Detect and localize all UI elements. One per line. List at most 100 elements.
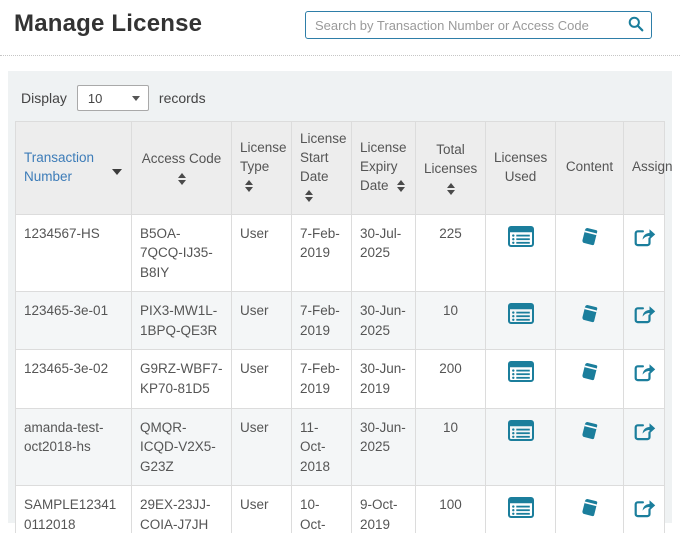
search-icon [628,16,644,35]
content-button[interactable] [578,303,601,331]
license-expiry-date-cell: 9-Oct-2019 [352,486,416,533]
license-table: Transaction Number Access Code License T… [15,121,665,533]
license-type-cell: User [232,408,292,486]
license-start-date-cell: 7-Feb-2019 [292,214,352,292]
sort-both-icon [178,173,186,185]
table-row: 123465-3e-01 PIX3-MW1L-1BPQ-QE3R User 7-… [16,292,665,350]
licenses-used-icon [508,370,534,385]
licenses-used-cell [486,408,556,486]
license-expiry-date-cell: 30-Jun-2025 [352,408,416,486]
table-row: 1234567-HS B5OA-7QCQ-IJ35-B8IY User 7-Fe… [16,214,665,292]
license-type-cell: User [232,350,292,408]
sort-desc-icon [112,169,122,175]
access-code-cell: G9RZ-WBF7-KP70-81D5 [132,350,232,408]
total-licenses-cell: 200 [416,350,486,408]
table-body: 1234567-HS B5OA-7QCQ-IJ35-B8IY User 7-Fe… [16,214,665,533]
column-header-total-licenses[interactable]: Total Licenses [416,122,486,215]
license-start-date-cell: 11-Oct-2018 [292,408,352,486]
licenses-used-icon [508,429,534,444]
column-header-licenses-used: Licenses Used [486,122,556,215]
licenses-used-button[interactable] [508,420,534,447]
access-code-cell: PIX3-MW1L-1BPQ-QE3R [132,292,232,350]
licenses-used-cell [486,350,556,408]
column-header-license-start-date[interactable]: License Start Date [292,122,352,215]
license-panel: Display 10 records Transaction Number Ac… [8,71,672,523]
display-length-control: Display 10 records [21,85,665,111]
content-cell [556,350,624,408]
search-box [305,11,652,39]
content-book-icon [578,313,601,328]
search-input[interactable] [306,12,621,38]
transaction-number-cell: SAMPLE123410112018 [16,486,132,533]
column-header-license-type[interactable]: License Type [232,122,292,215]
content-cell [556,486,624,533]
sort-both-icon [447,183,455,195]
license-type-cell: User [232,292,292,350]
content-button[interactable] [578,226,601,254]
license-start-date-cell: 10-Oct-2018 [292,486,352,533]
page-title: Manage License [14,10,202,38]
sort-both-icon [245,180,253,192]
column-header-assign: Assign [624,122,665,215]
assign-button[interactable] [632,497,656,525]
transaction-number-cell: 123465-3e-01 [16,292,132,350]
table-row: 123465-3e-02 G9RZ-WBF7-KP70-81D5 User 7-… [16,350,665,408]
column-header-license-expiry-date[interactable]: License Expiry Date [352,122,416,215]
assign-cell [624,408,665,486]
license-type-cell: User [232,486,292,533]
transaction-number-cell: 123465-3e-02 [16,350,132,408]
content-button[interactable] [578,361,601,389]
licenses-used-icon [508,506,534,521]
content-button[interactable] [578,497,601,525]
content-cell [556,292,624,350]
licenses-used-button[interactable] [508,303,534,330]
transaction-number-cell: 1234567-HS [16,214,132,292]
sort-both-icon [305,190,313,202]
assign-button[interactable] [632,303,656,331]
assign-button[interactable] [632,226,656,254]
license-expiry-date-cell: 30-Jul-2025 [352,214,416,292]
column-header-access-code[interactable]: Access Code [132,122,232,215]
table-header-row: Transaction Number Access Code License T… [16,122,665,215]
assign-share-icon [632,507,656,522]
total-licenses-cell: 10 [416,292,486,350]
content-book-icon [578,430,601,445]
content-cell [556,408,624,486]
licenses-used-cell [486,292,556,350]
assign-share-icon [632,430,656,445]
assign-share-icon [632,236,656,251]
display-count-select[interactable]: 10 [77,85,149,111]
license-start-date-cell: 7-Feb-2019 [292,292,352,350]
transaction-number-cell: amanda-test-oct2018-hs [16,408,132,486]
content-book-icon [578,236,601,251]
total-licenses-cell: 225 [416,214,486,292]
access-code-cell: B5OA-7QCQ-IJ35-B8IY [132,214,232,292]
licenses-used-cell [486,214,556,292]
content-cell [556,214,624,292]
content-book-icon [578,507,601,522]
licenses-used-button[interactable] [508,497,534,524]
licenses-used-cell [486,486,556,533]
licenses-used-button[interactable] [508,361,534,388]
column-header-transaction-number[interactable]: Transaction Number [16,122,132,215]
license-expiry-date-cell: 30-Jun-2019 [352,350,416,408]
display-label: Display [21,90,67,106]
page-header: Manage License [0,0,680,56]
assign-button[interactable] [632,361,656,389]
content-book-icon [578,371,601,386]
sort-both-icon [397,180,405,192]
search-button[interactable] [621,12,651,38]
content-button[interactable] [578,420,601,448]
assign-share-icon [632,313,656,328]
assign-cell [624,486,665,533]
assign-cell [624,292,665,350]
licenses-used-button[interactable] [508,226,534,253]
total-licenses-cell: 100 [416,486,486,533]
assign-cell [624,350,665,408]
records-label: records [159,90,206,106]
licenses-used-icon [508,312,534,327]
assign-cell [624,214,665,292]
assign-share-icon [632,371,656,386]
table-row: amanda-test-oct2018-hs QMQR-ICQD-V2X5-G2… [16,408,665,486]
assign-button[interactable] [632,420,656,448]
